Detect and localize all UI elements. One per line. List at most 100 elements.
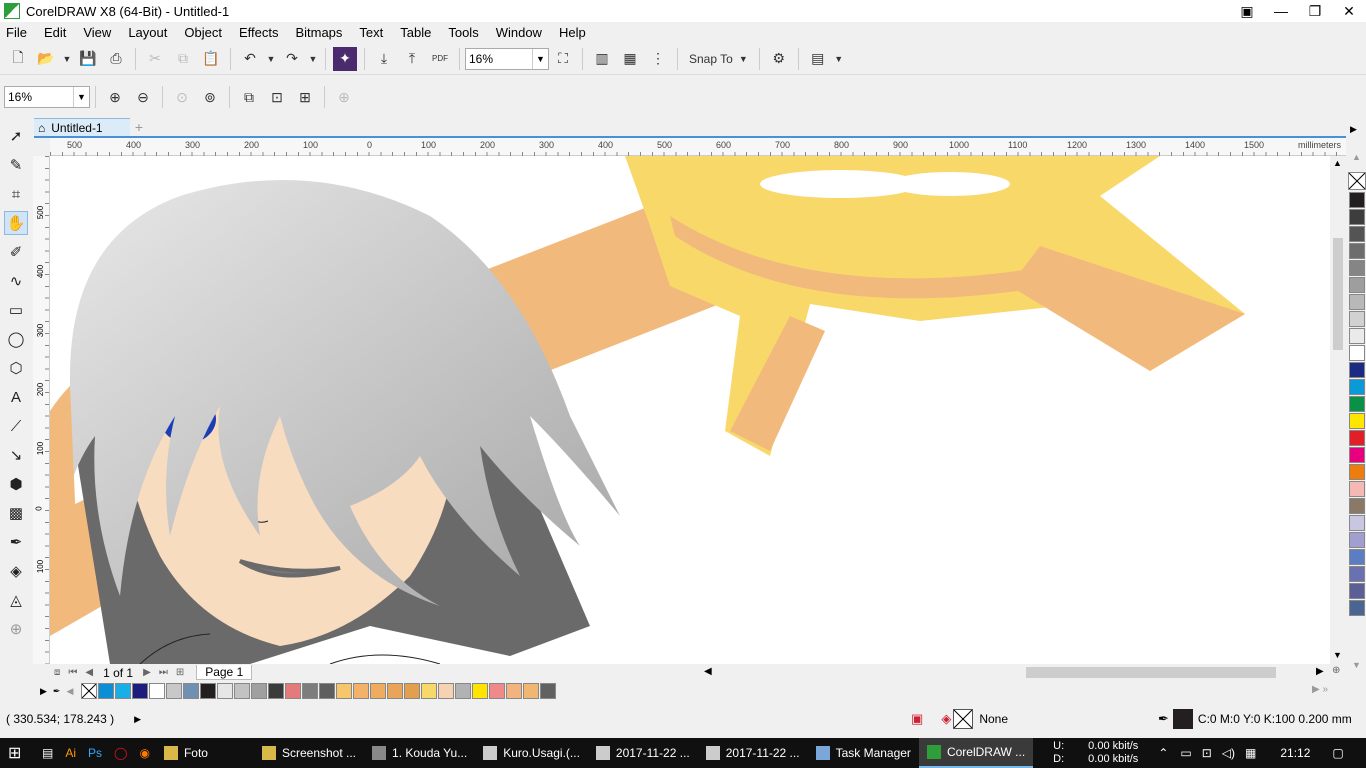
zoom-out-icon[interactable]: ⊖ <box>131 85 155 109</box>
horizontal-scroll-thumb[interactable] <box>1026 667 1276 678</box>
menu-file[interactable]: File <box>6 25 27 40</box>
page-navigator-icon[interactable]: ⧈ <box>54 667 60 678</box>
chevron-down-icon[interactable]: ▼ <box>532 48 548 69</box>
color-swatch[interactable] <box>472 683 489 699</box>
scroll-down-icon[interactable]: ▼ <box>1333 650 1342 660</box>
network-icon[interactable]: ⊡ <box>1202 746 1212 760</box>
color-swatch[interactable] <box>438 683 455 699</box>
menu-tools[interactable]: Tools <box>448 25 478 40</box>
zoom-property-combo[interactable]: 16% ▼ <box>4 86 90 108</box>
taskbar-item[interactable]: Foto <box>156 738 216 768</box>
color-swatch[interactable] <box>1349 362 1365 378</box>
palette-scroll-down-icon[interactable]: ▼ <box>1352 660 1361 670</box>
interactive-fill-icon[interactable]: ◈ <box>4 559 28 583</box>
restore-button[interactable]: ❐ <box>1298 0 1332 22</box>
fill-bucket-icon[interactable]: ◈ <box>941 711 951 727</box>
color-swatch[interactable] <box>1349 481 1365 497</box>
taskbar-item[interactable]: Screenshot ... <box>254 738 364 768</box>
page-tab[interactable]: Page 1 <box>196 665 253 680</box>
redo-icon[interactable]: ↷ <box>280 47 304 71</box>
show-guidelines-icon[interactable]: ⋮ <box>646 47 670 71</box>
menu-bitmaps[interactable]: Bitmaps <box>295 25 342 40</box>
color-swatch[interactable] <box>1349 243 1365 259</box>
color-swatch[interactable] <box>1349 345 1365 361</box>
color-swatch[interactable] <box>1349 600 1365 616</box>
color-swatch[interactable] <box>353 683 370 699</box>
color-swatch[interactable] <box>387 683 404 699</box>
color-swatch[interactable] <box>336 683 353 699</box>
color-swatch[interactable] <box>1349 328 1365 344</box>
open-icon[interactable]: 📂 <box>34 47 58 71</box>
eyedropper-tool-icon[interactable]: ✒ <box>4 530 28 554</box>
horizontal-scrollbar[interactable]: ◀ ▶ <box>704 664 1330 681</box>
show-rulers-icon[interactable]: ▥ <box>590 47 614 71</box>
color-swatch[interactable] <box>1349 209 1365 225</box>
color-swatch[interactable] <box>1349 294 1365 310</box>
color-swatch[interactable] <box>1349 192 1365 208</box>
scroll-right-icon[interactable]: ▶ <box>1316 666 1324 677</box>
close-button[interactable]: ✕ <box>1332 0 1366 22</box>
crop-tool-icon[interactable]: ⌗ <box>4 182 28 206</box>
color-swatch[interactable] <box>1349 311 1365 327</box>
color-swatch[interactable] <box>268 683 285 699</box>
polygon-tool-icon[interactable]: ⬡ <box>4 356 28 380</box>
color-swatch[interactable] <box>1349 549 1365 565</box>
start-button[interactable]: ⊞ <box>0 738 36 768</box>
rectangle-tool-icon[interactable]: ▭ <box>4 298 28 322</box>
copy-icon[interactable]: ⧉ <box>171 47 195 71</box>
menu-object[interactable]: Object <box>184 25 222 40</box>
status-expand-icon[interactable]: ▶ <box>134 714 141 725</box>
color-swatch[interactable] <box>506 683 523 699</box>
color-swatch[interactable] <box>285 683 302 699</box>
pan-tool-icon[interactable]: ✋ <box>4 211 28 235</box>
taskbar-item[interactable]: 2017-11-22 ... <box>588 738 698 768</box>
freehand-tool-icon[interactable]: ✐ <box>4 240 28 264</box>
color-swatch[interactable] <box>132 683 149 699</box>
undo-dropdown-icon[interactable]: ▼ <box>266 47 276 71</box>
color-swatch[interactable] <box>1349 447 1365 463</box>
zoom-to-page-height-icon[interactable]: ⊞ <box>293 85 317 109</box>
menu-help[interactable]: Help <box>559 25 586 40</box>
palette-scroll-right-icon[interactable]: ▶ » <box>1312 684 1328 695</box>
menu-window[interactable]: Window <box>496 25 542 40</box>
taskbar-item[interactable]: 1. Kouda Yu... <box>364 738 475 768</box>
battery-icon[interactable]: ▭ <box>1180 746 1191 760</box>
color-swatch[interactable] <box>1349 260 1365 276</box>
color-swatch[interactable] <box>217 683 234 699</box>
color-swatch[interactable] <box>149 683 166 699</box>
photoshop-app-icon[interactable]: Ps <box>82 738 108 768</box>
zoom-to-page-icon[interactable]: ⧉ <box>237 85 261 109</box>
illustrator-app-icon[interactable]: Ai <box>59 738 82 768</box>
zoom-level-combo[interactable]: 16% ▼ <box>465 47 549 70</box>
zoom-in-icon[interactable]: ⊕ <box>103 85 127 109</box>
first-page-icon[interactable]: ⏮ <box>68 667 77 678</box>
previous-page-icon[interactable]: ◀ <box>85 667 93 678</box>
color-swatch[interactable] <box>319 683 336 699</box>
no-color-swatch[interactable] <box>81 683 98 699</box>
chevron-down-icon[interactable]: ▼ <box>73 87 89 107</box>
full-screen-icon[interactable]: ⛶ <box>551 47 575 71</box>
docker-arrow-icon[interactable]: ▶ <box>1350 124 1357 135</box>
taskbar-item[interactable]: Task Manager <box>808 738 919 768</box>
color-swatch[interactable] <box>1349 379 1365 395</box>
color-swatch[interactable] <box>200 683 217 699</box>
color-swatch[interactable] <box>1349 430 1365 446</box>
minimize-button[interactable]: — <box>1264 0 1298 22</box>
menu-effects[interactable]: Effects <box>239 25 279 40</box>
ellipse-tool-icon[interactable]: ◯ <box>4 327 28 351</box>
clock[interactable]: 21:12 <box>1280 746 1310 760</box>
opera-app-icon[interactable]: ◯ <box>108 738 133 768</box>
color-swatch[interactable] <box>1349 413 1365 429</box>
document-tab[interactable]: ⌂ Untitled-1 <box>34 118 130 136</box>
publish-pdf-icon[interactable]: PDF <box>428 47 452 71</box>
color-swatch[interactable] <box>1349 566 1365 582</box>
artistic-media-icon[interactable]: ∿ <box>4 269 28 293</box>
add-page-icon[interactable]: ⊞ <box>176 667 184 678</box>
keyboard-icon[interactable]: ▦ <box>1245 746 1256 760</box>
color-swatch[interactable] <box>455 683 472 699</box>
menu-view[interactable]: View <box>83 25 111 40</box>
undo-icon[interactable]: ↶ <box>238 47 262 71</box>
scroll-up-icon[interactable]: ▲ <box>1333 158 1342 168</box>
color-swatch[interactable] <box>115 683 132 699</box>
tray-chevron-up-icon[interactable]: ⌃ <box>1158 746 1168 760</box>
